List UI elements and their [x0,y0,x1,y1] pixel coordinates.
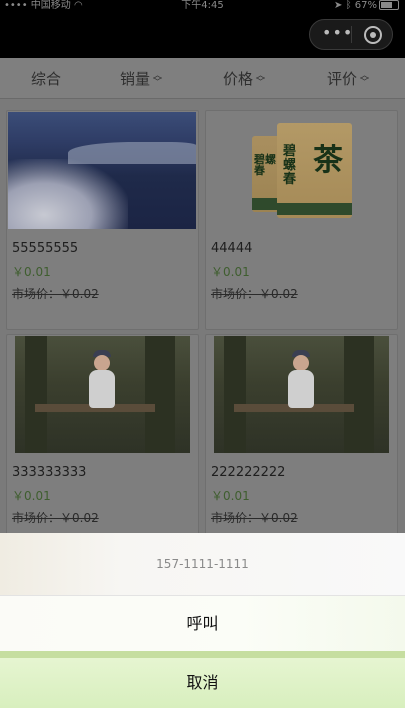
cancel-button[interactable]: 取消 [0,658,405,708]
product-image-girl-on-bench [15,336,190,453]
status-bar: •••• 中国移动 ◠ 下午4:45 ➤ ᛒ 67% [0,0,405,12]
tea-bag-brand: 碧螺春 [283,144,297,187]
status-right: ➤ ᛒ 67% [334,0,399,12]
product-image-winter-lake [8,112,196,229]
battery-icon [379,0,399,10]
image-tree [344,336,374,453]
image-girl-body [89,370,115,408]
battery-percent: 67% [354,0,377,11]
product-card[interactable]: 222222222 ￥0.01 市场价：￥0.02 [205,334,398,546]
image-girl-head [293,355,309,371]
image-frost-trees [8,159,128,229]
image-girl-head [94,355,110,371]
product-name: 222222222 [211,465,286,480]
product-name: 333333333 [12,465,87,480]
capsule-divider [351,26,352,43]
product-image-girl-on-bench [214,336,389,453]
product-name: 44444 [211,241,253,256]
sort-rating-label: 评价 [327,70,358,88]
product-price: ￥0.01 [211,265,250,279]
mini-program-capsule: ••• [309,19,393,50]
image-tree [25,336,47,453]
tea-bag-front: 碧螺春 茶 [277,123,352,218]
sort-arrows-icon: ︿ ﹀ [256,70,266,88]
product-price: ￥0.01 [12,489,51,503]
bluetooth-icon: ᛒ [345,0,355,11]
image-girl-body [288,370,314,408]
sort-arrows-icon: ︿ ﹀ [360,70,370,88]
product-image-tea-packages: 碧螺春 碧螺春 茶 [207,112,395,229]
product-price: ￥0.01 [211,489,250,503]
sort-sales[interactable]: 销量 ︿ ﹀ [120,68,162,89]
action-sheet-separator [0,651,405,658]
product-name: 55555555 [12,241,79,256]
product-market-price: 市场价：￥0.02 [211,511,298,525]
sort-price[interactable]: 价格 ︿ ﹀ [223,68,265,89]
nav-bar: ••• [0,12,405,58]
sort-comprehensive[interactable]: 综合 [31,68,61,89]
sort-price-label: 价格 [223,70,254,88]
product-card[interactable]: 55555555 ￥0.01 市场价：￥0.02 [6,110,199,330]
tea-bag-band [277,203,352,215]
sort-sales-label: 销量 [120,70,151,88]
sort-bar: 综合 销量 ︿ ﹀ 价格 ︿ ﹀ 评价 ︿ ﹀ [0,58,405,99]
action-sheet: 157-1111-1111 呼叫 取消 [0,533,405,708]
product-market-price: 市场价：￥0.02 [211,287,298,301]
image-tree [224,336,246,453]
product-card[interactable]: 333333333 ￥0.01 市场价：￥0.02 [6,334,199,546]
tea-bag-big-char: 茶 [313,143,343,178]
more-dots-icon[interactable]: ••• [322,23,353,42]
image-tree [145,336,175,453]
action-sheet-phone-number: 157-1111-1111 [0,533,405,596]
sort-arrows-icon: ︿ ﹀ [153,70,163,88]
product-price: ￥0.01 [12,265,51,279]
product-market-price: 市场价：￥0.02 [12,511,99,525]
close-target-icon[interactable] [364,26,382,44]
sort-comprehensive-label: 综合 [31,70,62,88]
call-button[interactable]: 呼叫 [0,596,405,651]
sort-rating[interactable]: 评价 ︿ ﹀ [327,68,369,89]
product-card[interactable]: 碧螺春 碧螺春 茶 44444 ￥0.01 市场价：￥0.02 [205,110,398,330]
product-market-price: 市场价：￥0.02 [12,287,99,301]
location-icon: ➤ [334,0,346,11]
